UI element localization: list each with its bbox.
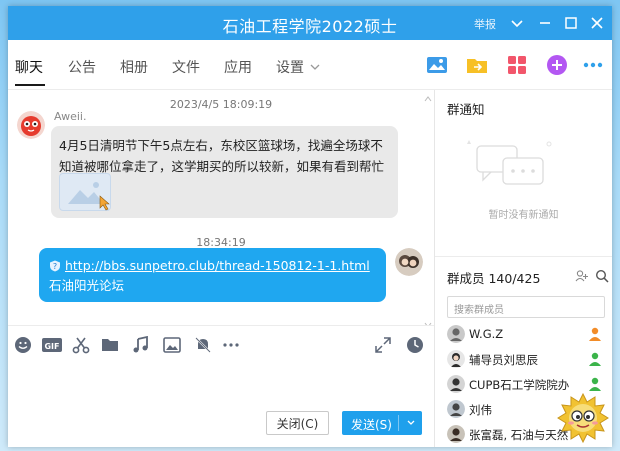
more-icon[interactable] (222, 336, 240, 354)
group-sidebar: 群通知 暂时没有新通知 群成员 140/425 搜索群成员 W.G.Z 辅导员刘… (435, 90, 612, 447)
member-name: W.G.Z (469, 327, 504, 341)
member-name: 刘伟 (469, 403, 492, 417)
avatar (447, 375, 465, 393)
member-item[interactable]: 辅导员刘思辰 (447, 349, 607, 369)
active-tab-indicator (15, 84, 45, 86)
gif-icon[interactable]: GIF (41, 336, 63, 354)
chat-window: 石油工程学院2022硕士 举报 聊天 公告 相册 文件 应用 设置 2023/4… (8, 6, 612, 447)
message-text: 石油阳光论坛 (49, 278, 125, 293)
image-thumbnail[interactable] (59, 173, 111, 211)
tab-settings[interactable]: 设置 (276, 57, 304, 77)
avatar (447, 350, 465, 368)
member-search-input[interactable]: 搜索群成员 (447, 296, 605, 318)
avatar (447, 400, 465, 418)
image-placeholder-icon (68, 182, 110, 211)
tab-files[interactable]: 文件 (172, 57, 200, 77)
avatar[interactable] (17, 111, 45, 139)
admin-badge-icon (589, 327, 601, 341)
close-icon[interactable] (588, 14, 606, 32)
tab-apps[interactable]: 应用 (224, 57, 252, 77)
report-link[interactable]: 举报 (474, 16, 496, 32)
mute-bell-icon[interactable] (194, 336, 212, 354)
scroll-up-icon[interactable] (424, 96, 432, 102)
notice-empty-text: 暂时没有新通知 (488, 210, 559, 221)
message-input-area[interactable]: GIF 关闭(C) 发送(S) (8, 325, 434, 447)
member-item[interactable]: W.G.Z (447, 324, 607, 344)
message-bubble[interactable]: 4月5日清明节下午5点左右，东校区篮球场，找遍全场球不知道被哪位拿走了，这学期买… (51, 126, 398, 218)
chevron-down-icon[interactable] (508, 14, 526, 32)
admin-badge-icon (589, 352, 601, 366)
member-name: 张富磊, 石油与天然 (469, 428, 569, 442)
search-icon[interactable] (595, 269, 609, 283)
chat-messages[interactable]: 2023/4/5 18:09:19 Aweii. 4月5日清明节下午5点左右，东… (8, 90, 434, 328)
image-icon[interactable] (163, 336, 181, 354)
picture-icon[interactable] (426, 54, 448, 76)
tab-announcements[interactable]: 公告 (68, 57, 96, 77)
member-item[interactable]: CUPB石工学院院办 (447, 374, 607, 394)
emoji-icon[interactable] (14, 336, 32, 354)
add-circle-icon[interactable] (546, 54, 568, 76)
send-button-label: 发送(S) (351, 418, 392, 432)
history-clock-icon[interactable] (406, 336, 424, 354)
music-icon[interactable] (132, 336, 150, 354)
avatar (447, 325, 465, 343)
notice-title: 群通知 (447, 102, 485, 117)
member-name: CUPB石工学院院办 (469, 378, 570, 392)
sender-name: Aweii. (54, 110, 87, 123)
apps-grid-icon[interactable] (506, 54, 528, 76)
svg-text:?: ? (53, 262, 57, 271)
member-name: 辅导员刘思辰 (469, 353, 538, 367)
scissors-icon[interactable] (72, 336, 90, 354)
close-button[interactable]: 关闭(C) (266, 411, 329, 435)
message-link[interactable]: http://bbs.sunpetro.club/thread-150812-1… (65, 258, 370, 273)
maximize-icon[interactable] (562, 14, 580, 32)
folder-icon[interactable] (101, 336, 119, 354)
tab-bar: 聊天 公告 相册 文件 应用 设置 (8, 40, 612, 90)
svg-text:GIF: GIF (44, 342, 59, 351)
tab-album[interactable]: 相册 (120, 57, 148, 77)
chevron-down-icon[interactable] (309, 62, 321, 72)
minimize-icon[interactable] (536, 14, 554, 32)
avatar[interactable] (395, 248, 423, 276)
send-divider (398, 415, 399, 431)
message-bubble-self[interactable]: ? http://bbs.sunpetro.club/thread-150812… (39, 248, 386, 302)
add-member-icon[interactable] (575, 269, 589, 283)
members-title: 群成员 140/425 (447, 271, 541, 286)
admin-badge-icon (589, 377, 601, 391)
chevron-down-icon[interactable] (406, 416, 416, 430)
tab-chat[interactable]: 聊天 (15, 57, 43, 77)
shield-icon: ? (50, 260, 60, 272)
section-divider (435, 256, 612, 257)
send-button[interactable]: 发送(S) (342, 411, 422, 435)
title-bar: 石油工程学院2022硕士 举报 (8, 6, 612, 40)
empty-notice-icon (467, 140, 552, 185)
more-icon[interactable] (582, 54, 604, 76)
cartoon-mascot-icon (557, 392, 609, 444)
folder-icon[interactable] (466, 54, 488, 76)
avatar (447, 425, 465, 443)
expand-icon[interactable] (374, 336, 392, 354)
